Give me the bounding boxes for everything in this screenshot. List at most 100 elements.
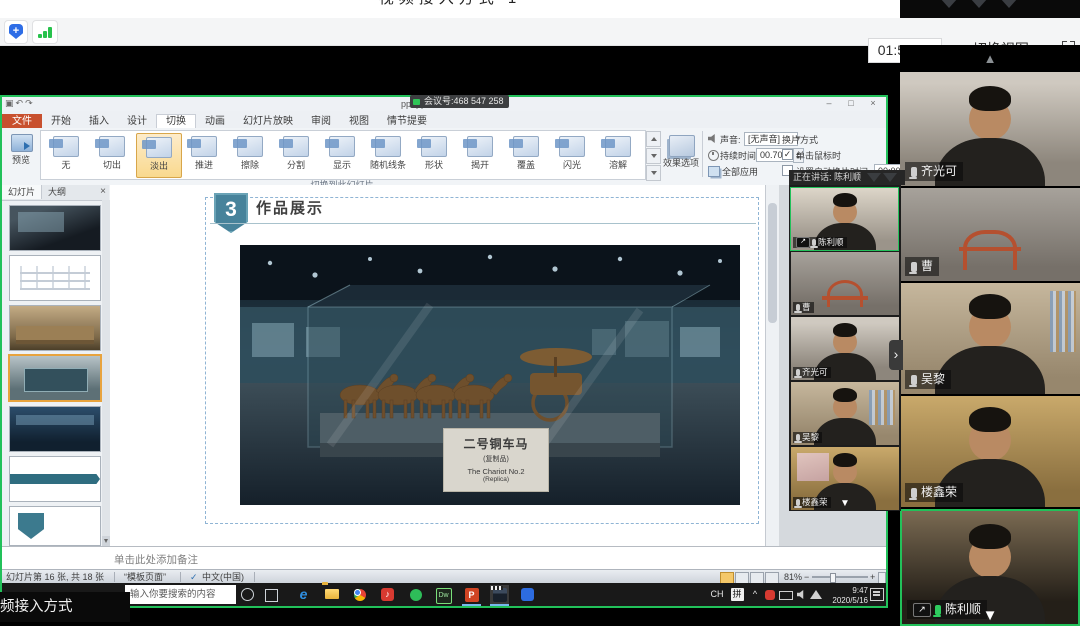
ime-tray[interactable]: 拼 (728, 585, 746, 604)
file-explorer-button[interactable] (322, 585, 341, 604)
slide-thumbnail[interactable] (9, 406, 101, 452)
transition-flash[interactable]: 闪光 (550, 133, 594, 176)
participant-video[interactable]: 齐光可 (791, 317, 899, 380)
transition-dissolve[interactable]: 溶解 (596, 133, 640, 176)
zoom-slider[interactable] (812, 576, 868, 578)
task-view-button[interactable] (262, 585, 281, 604)
blue-app-button[interactable] (518, 585, 537, 604)
participant-video[interactable]: 曹 (900, 188, 1080, 281)
sound-label: 声音: (720, 133, 741, 146)
transition-fade-selected[interactable]: 淡出 (136, 133, 182, 178)
slide-thumbnail[interactable] (9, 305, 101, 351)
network-signal-button[interactable] (32, 20, 58, 44)
window-controls: –□× (818, 97, 884, 110)
mic-icon (796, 304, 800, 311)
gallery-scroll-down[interactable] (646, 148, 661, 164)
minimize-button[interactable]: – (818, 97, 840, 110)
taskbar-clock[interactable]: 9:47 2020/5/16 (816, 585, 868, 605)
tray-app-icon[interactable] (762, 585, 778, 604)
edge-button[interactable]: e (294, 585, 313, 604)
preview-label: 预览 (6, 153, 36, 166)
slide-thumbnail[interactable] (9, 255, 101, 301)
banner-decoration (867, 173, 881, 182)
netease-music-button[interactable]: ♪ (378, 585, 397, 604)
taskbar-search-input[interactable]: 输入你要搜索的内容 (125, 585, 236, 604)
scroll-down-icon[interactable]: ▼ (983, 607, 998, 624)
scroll-up-icon[interactable]: ▲ (900, 51, 1080, 66)
mic-icon (796, 369, 800, 376)
participant-video[interactable]: 楼鑫荣 (900, 396, 1080, 507)
advance-header: 换片方式 (782, 133, 818, 146)
maximize-button[interactable]: □ (840, 97, 862, 110)
language-tray[interactable]: CH (708, 585, 726, 604)
powerpoint-button[interactable]: P (462, 585, 481, 606)
gallery-more[interactable] (646, 165, 661, 181)
collapse-down-icon[interactable]: ▼ (840, 498, 850, 509)
ppt-titlebar[interactable]: ▣↶↷ ppt.pptx - PowerPoint 会议号:468 547 25… (2, 97, 886, 111)
notes-pane[interactable]: 单击此处添加备注 (2, 546, 886, 570)
scrollbar-thumb[interactable] (768, 203, 777, 323)
video-editor-button[interactable] (490, 585, 509, 606)
gallery-scroll-up[interactable] (646, 131, 661, 147)
slide-canvas[interactable]: 3 作品展示 (110, 185, 765, 546)
tab-slides[interactable]: 幻灯片 (2, 185, 42, 199)
security-shield-button[interactable]: + (4, 20, 28, 44)
language-indicator[interactable]: 中文(中国) (202, 571, 244, 583)
transition-reveal[interactable]: 显示 (320, 133, 364, 176)
transition-none[interactable]: 无 (44, 133, 88, 176)
zoom-out-icon[interactable]: − (804, 571, 809, 583)
scroll-down-button[interactable] (102, 536, 110, 546)
transition-push[interactable]: 推进 (182, 133, 226, 176)
cortana-button[interactable] (238, 585, 257, 604)
on-click-label: 单击鼠标时 (796, 149, 841, 162)
transition-cut[interactable]: 切出 (90, 133, 134, 176)
tab-outline[interactable]: 大纲 (42, 185, 72, 199)
participant-video-speaking[interactable]: ↗陈利顺 ▼ (900, 509, 1080, 626)
meeting-number-badge: 会议号:468 547 258 (410, 95, 509, 108)
panel-expand-chevron[interactable]: › (889, 340, 903, 370)
caption-line: (复制品) (444, 454, 548, 464)
transition-split[interactable]: 分割 (274, 133, 318, 176)
chrome-button[interactable] (350, 585, 369, 604)
duration-icon (708, 150, 719, 161)
action-center-button[interactable] (870, 588, 884, 601)
slide-thumbnail-partial[interactable] (9, 506, 101, 546)
participant-video[interactable]: 吴黎 (791, 382, 899, 445)
transition-icon (329, 136, 355, 157)
dreamweaver-button[interactable]: Dw (434, 585, 453, 604)
participant-video[interactable]: 曹 (791, 252, 899, 315)
transition-wipe[interactable]: 擦除 (228, 133, 272, 176)
zoom-percent[interactable]: 81% (784, 571, 802, 583)
transition-shape[interactable]: 形状 (412, 133, 456, 176)
slide-thumbnail[interactable] (9, 456, 101, 502)
preview-button[interactable]: 预览 (6, 131, 36, 169)
transition-random-bars[interactable]: 随机线条 (366, 133, 410, 176)
volume-tray[interactable] (794, 585, 808, 604)
close-button[interactable]: × (862, 97, 884, 110)
participant-video[interactable]: 楼鑫荣 ▼ (791, 447, 899, 510)
hidden-icons-button[interactable]: ^ (748, 585, 762, 604)
top-cropped-right (900, 0, 1080, 18)
participant-video[interactable]: 齐光可 (900, 72, 1080, 186)
panel-close-icon[interactable]: × (100, 185, 106, 199)
slide-thumbnail[interactable] (9, 205, 101, 251)
zoom-slider-thumb[interactable] (830, 573, 836, 583)
signal-bar-icon (48, 27, 52, 38)
transition-cover[interactable]: 覆盖 (504, 133, 548, 176)
zoom-in-icon[interactable]: + (870, 571, 875, 583)
spellcheck-icon[interactable]: ✓ (190, 571, 198, 583)
slide-thumbnail-selected[interactable] (8, 354, 102, 402)
effect-options-button[interactable]: 效果选项 (663, 131, 699, 177)
on-click-checkbox[interactable]: ✓ (782, 149, 793, 160)
clapperboard-icon (493, 588, 507, 602)
museum-photo: 二号铜车马 (复制品) The Chariot No.2 (Replica) (240, 245, 740, 505)
slide-scrollbar[interactable] (765, 185, 780, 546)
battery-tray[interactable] (778, 585, 794, 606)
green-app-button[interactable] (406, 585, 425, 604)
participant-video[interactable]: ↗陈利顺 (790, 187, 899, 251)
transition-icon (191, 136, 217, 157)
transition-uncover[interactable]: 揭开 (458, 133, 502, 176)
screen-share-icon: ↗ (796, 237, 810, 248)
participant-video[interactable]: 吴黎 (900, 283, 1080, 394)
thumbnail-scrollbar[interactable] (102, 200, 110, 546)
